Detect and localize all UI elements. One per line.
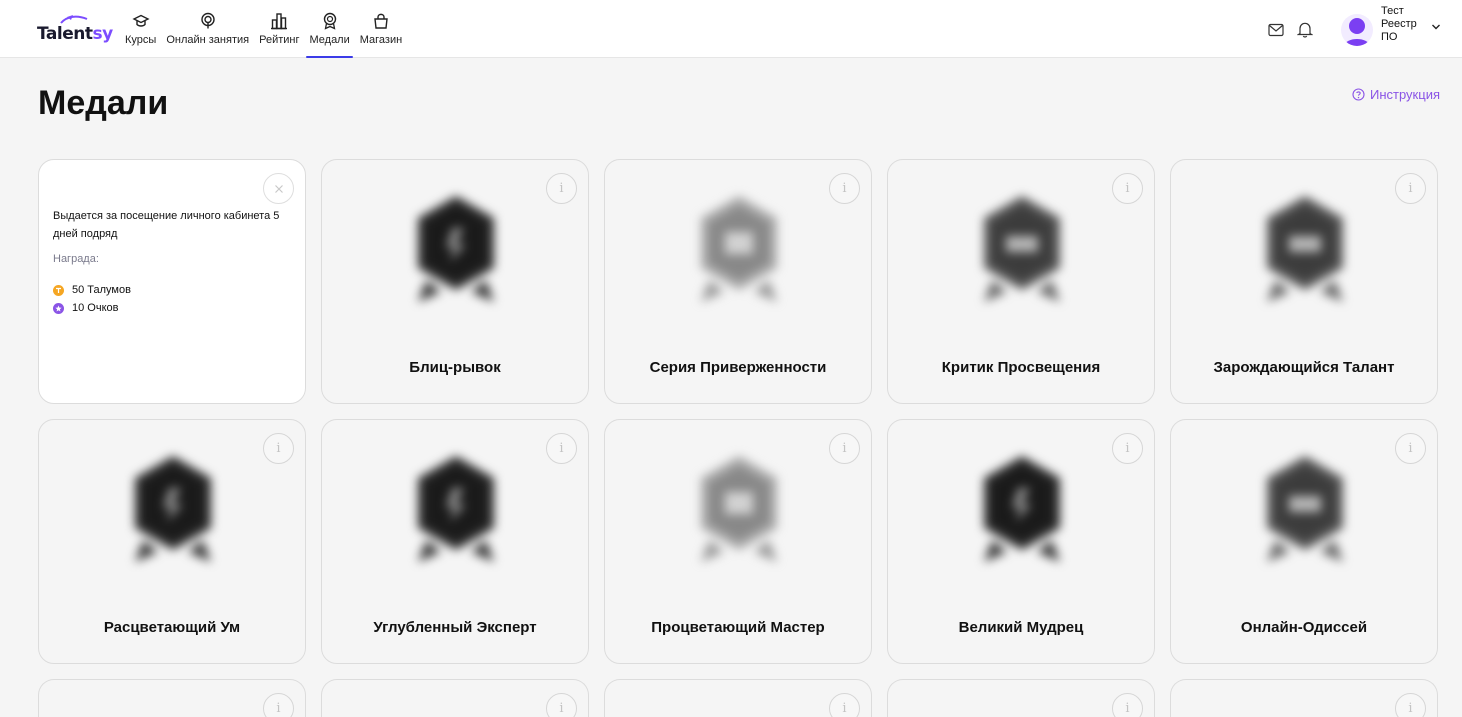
close-button[interactable] bbox=[263, 173, 294, 204]
nav-item-courses[interactable]: Курсы bbox=[120, 8, 161, 58]
logo-text: Talentsy bbox=[37, 24, 113, 44]
medal-card[interactable]: i Блиц-рывок bbox=[321, 159, 589, 404]
info-icon[interactable]: i bbox=[1112, 433, 1143, 464]
help-circle-icon bbox=[1352, 88, 1365, 101]
nav-item-online[interactable]: Онлайн занятия bbox=[161, 8, 254, 58]
medal-name: Процветающий Мастер bbox=[651, 619, 825, 636]
nav-label: Медали bbox=[309, 34, 350, 46]
nav-label: Рейтинг bbox=[259, 34, 300, 46]
medal-card[interactable]: i bbox=[887, 679, 1155, 717]
graduation-cap-icon bbox=[132, 14, 150, 27]
medal-image bbox=[418, 456, 494, 562]
medal-card[interactable]: i Процветающий Мастер bbox=[604, 419, 872, 664]
medal-card[interactable]: i Критик Просвещения bbox=[887, 159, 1155, 404]
info-icon[interactable]: i bbox=[1395, 693, 1426, 717]
info-icon[interactable]: i bbox=[829, 173, 860, 204]
medal-image bbox=[701, 196, 777, 302]
info-icon[interactable]: i bbox=[263, 693, 294, 717]
nav-item-shop[interactable]: Магазин bbox=[355, 8, 407, 58]
user-name[interactable]: Тест Реестр ПО bbox=[1381, 5, 1431, 44]
medal-icon bbox=[323, 12, 336, 30]
top-header: Talentsy Курсы Онлайн занятия Рейтинг Ме… bbox=[0, 0, 1462, 58]
medal-name: Расцветающий Ум bbox=[103, 619, 241, 636]
talum-coin-icon bbox=[53, 284, 64, 296]
medal-name: Онлайн-Одиссей bbox=[1240, 619, 1368, 636]
info-icon[interactable]: i bbox=[1112, 173, 1143, 204]
info-icon[interactable]: i bbox=[1395, 173, 1426, 204]
medal-name: Углубленный Эксперт bbox=[373, 619, 537, 636]
medal-name: Зарождающийся Талант bbox=[1213, 359, 1395, 376]
close-icon bbox=[274, 184, 283, 193]
medal-card[interactable]: i bbox=[1170, 679, 1438, 717]
medal-card[interactable]: i Онлайн-Одиссей bbox=[1170, 419, 1438, 664]
medal-card[interactable]: i Великий Мудрец bbox=[887, 419, 1155, 664]
info-icon[interactable]: i bbox=[829, 693, 860, 717]
medal-image bbox=[1267, 196, 1343, 302]
medal-card[interactable]: i bbox=[321, 679, 589, 717]
medal-image bbox=[984, 456, 1060, 562]
info-icon[interactable]: i bbox=[546, 693, 577, 717]
medal-name: Критик Просвещения bbox=[941, 359, 1101, 376]
medal-image bbox=[135, 456, 211, 562]
avatar[interactable] bbox=[1341, 14, 1373, 46]
medal-description: Выдается за посещение личного кабинета 5… bbox=[53, 210, 280, 240]
medal-card[interactable]: i Серия Приверженности bbox=[604, 159, 872, 404]
medal-image bbox=[984, 196, 1060, 302]
medal-card[interactable]: i Зарождающийся Талант bbox=[1170, 159, 1438, 404]
reward-item: 50 Талумов bbox=[53, 284, 131, 296]
points-star-icon bbox=[53, 302, 64, 314]
shopping-bag-icon bbox=[374, 13, 388, 29]
info-icon[interactable]: i bbox=[829, 433, 860, 464]
medal-card[interactable]: i bbox=[604, 679, 872, 717]
nav-label: Курсы bbox=[125, 34, 157, 46]
info-icon[interactable]: i bbox=[546, 433, 577, 464]
instruction-link[interactable]: Инструкция bbox=[1352, 87, 1440, 102]
nav-item-rating[interactable]: Рейтинг bbox=[254, 8, 304, 58]
medal-image bbox=[701, 456, 777, 562]
info-icon[interactable]: i bbox=[263, 433, 294, 464]
info-icon[interactable]: i bbox=[1112, 693, 1143, 717]
nav-label: Магазин bbox=[359, 34, 403, 46]
medal-card[interactable]: i Расцветающий Ум bbox=[38, 419, 306, 664]
mail-icon[interactable] bbox=[1268, 23, 1284, 37]
medal-name: Великий Мудрец bbox=[958, 619, 1084, 636]
medals-grid: Выдается за посещение личного кабинета 5… bbox=[38, 159, 1440, 717]
main-nav: Курсы Онлайн занятия Рейтинг Медали Мага… bbox=[120, 8, 407, 58]
reward-label: Награда: bbox=[53, 253, 99, 265]
medal-name: Блиц-рывок bbox=[409, 359, 501, 376]
reward-item: 10 Очков bbox=[53, 302, 118, 314]
page-title: Медали bbox=[38, 84, 169, 122]
talentsy-logo[interactable]: Talentsy bbox=[37, 14, 113, 46]
podcast-icon bbox=[201, 12, 215, 29]
chevron-down-icon[interactable] bbox=[1431, 23, 1441, 31]
medal-card[interactable]: i bbox=[38, 679, 306, 717]
info-icon[interactable]: i bbox=[1395, 433, 1426, 464]
nav-label: Онлайн занятия bbox=[166, 34, 250, 46]
medal-card-open[interactable]: Выдается за посещение личного кабинета 5… bbox=[38, 159, 306, 404]
info-icon[interactable]: i bbox=[546, 173, 577, 204]
medal-image bbox=[1267, 456, 1343, 562]
medal-name: Серия Приверженности bbox=[649, 359, 827, 376]
medal-card[interactable]: i Углубленный Эксперт bbox=[321, 419, 589, 664]
rating-bars-icon bbox=[271, 13, 288, 30]
nav-item-medals[interactable]: Медали bbox=[304, 8, 354, 58]
bell-icon[interactable] bbox=[1297, 21, 1313, 38]
medal-image bbox=[418, 196, 494, 302]
